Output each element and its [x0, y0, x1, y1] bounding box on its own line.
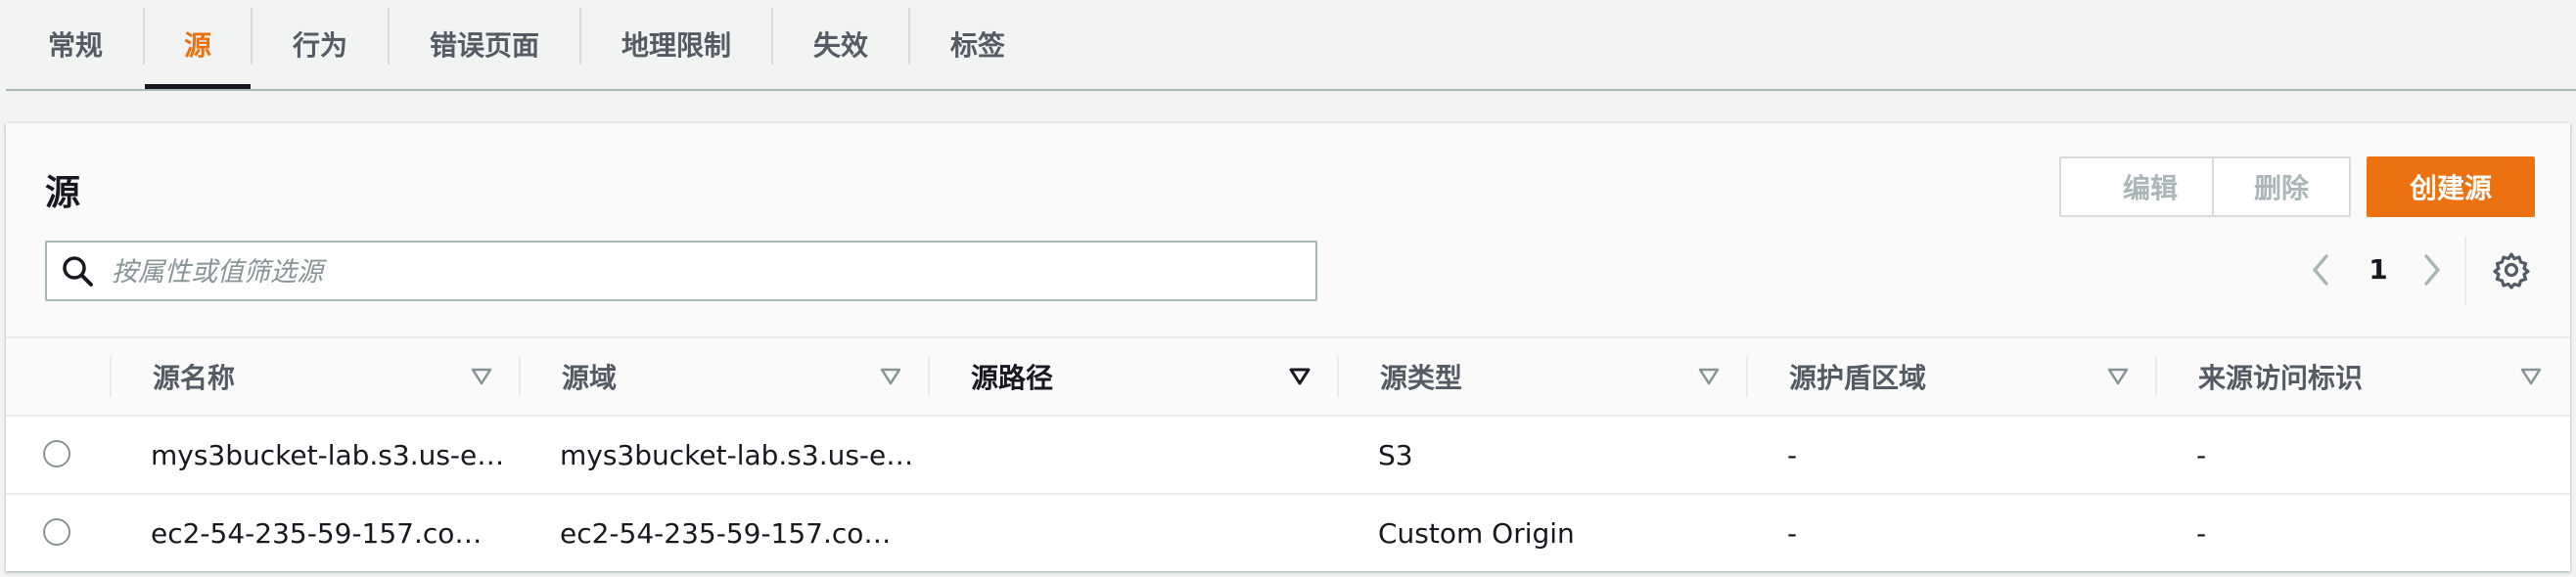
caret-down-icon[interactable] — [1697, 365, 1721, 388]
column-label: 源名称 — [153, 362, 236, 394]
delete-button[interactable]: 删除 — [2212, 156, 2351, 217]
caret-down-icon[interactable] — [879, 365, 902, 388]
cell-origin-shield-region: - — [1787, 516, 1798, 550]
column-header-origin-type[interactable]: 源类型 — [1337, 338, 1746, 415]
caret-down-icon[interactable] — [470, 365, 493, 388]
chevron-left-icon[interactable] — [2302, 250, 2341, 289]
panel-header: 源 编辑 删除 创建源 1 — [6, 123, 2570, 338]
row-select-radio[interactable] — [43, 440, 70, 467]
table-header: 源名称 源域 源路径 源类型 源护盾区域 来源访问标识 — [6, 338, 2570, 417]
tab-general[interactable]: 常规 — [18, 0, 133, 88]
column-header-origin-shield-region[interactable]: 源护盾区域 — [1746, 338, 2155, 415]
caret-down-icon[interactable] — [2519, 365, 2543, 388]
tab-origins[interactable]: 源 — [145, 0, 251, 88]
column-label: 源域 — [562, 362, 618, 394]
column-label: 源护盾区域 — [1789, 362, 1927, 394]
cell-origin-access-identity: - — [2196, 516, 2207, 550]
cell-origin-name: ec2-54-235-59-157.co… — [151, 516, 483, 550]
chevron-right-icon[interactable] — [2412, 250, 2451, 289]
table-row[interactable]: ec2-54-235-59-157.co… ec2-54-235-59-157.… — [6, 495, 2570, 571]
column-label: 源类型 — [1380, 362, 1463, 394]
gear-icon[interactable] — [2492, 250, 2531, 289]
create-origin-button[interactable]: 创建源 — [2367, 156, 2535, 217]
search-icon — [63, 256, 93, 287]
tab-behaviors[interactable]: 行为 — [253, 0, 388, 88]
tab-tags[interactable]: 标签 — [910, 0, 1045, 88]
cell-origin-shield-region: - — [1787, 438, 1798, 471]
cell-origin-domain: ec2-54-235-59-157.co… — [560, 516, 892, 550]
origins-panel: 源 编辑 删除 创建源 1 源名称 — [6, 123, 2570, 571]
cell-origin-domain: mys3bucket-lab.s3.us-e… — [560, 438, 914, 471]
table-row[interactable]: mys3bucket-lab.s3.us-e… mys3bucket-lab.s… — [6, 417, 2570, 495]
panel-title: 源 — [45, 173, 81, 213]
cell-origin-access-identity: - — [2196, 438, 2207, 471]
cell-origin-type: S3 — [1378, 438, 1413, 471]
tab-bar: 常规 源 行为 错误页面 地理限制 失效 标签 — [0, 0, 2576, 91]
column-label: 来源访问标识 — [2198, 362, 2364, 394]
caret-down-icon[interactable] — [1288, 365, 1311, 388]
cell-origin-type: Custom Origin — [1378, 516, 1575, 550]
column-header-origin-path[interactable]: 源路径 — [928, 338, 1337, 415]
search-input[interactable] — [110, 243, 1308, 301]
column-header-origin-domain[interactable]: 源域 — [519, 338, 928, 415]
column-label: 源路径 — [971, 362, 1054, 394]
tab-invalidations[interactable]: 失效 — [773, 0, 908, 88]
tab-geo-restrictions[interactable]: 地理限制 — [581, 0, 771, 88]
column-header-origin-name[interactable]: 源名称 — [110, 338, 519, 415]
tab-error-pages[interactable]: 错误页面 — [390, 0, 579, 88]
cell-origin-name: mys3bucket-lab.s3.us-e… — [151, 438, 505, 471]
search-box — [45, 241, 1317, 301]
tab-bar-border — [6, 89, 2576, 91]
row-select-radio[interactable] — [43, 518, 70, 546]
caret-down-icon[interactable] — [2106, 365, 2130, 388]
column-header-origin-access-identity[interactable]: 来源访问标识 — [2155, 338, 2570, 415]
pagination-current-page[interactable]: 1 — [2361, 248, 2396, 291]
pagination-divider — [2464, 237, 2466, 305]
